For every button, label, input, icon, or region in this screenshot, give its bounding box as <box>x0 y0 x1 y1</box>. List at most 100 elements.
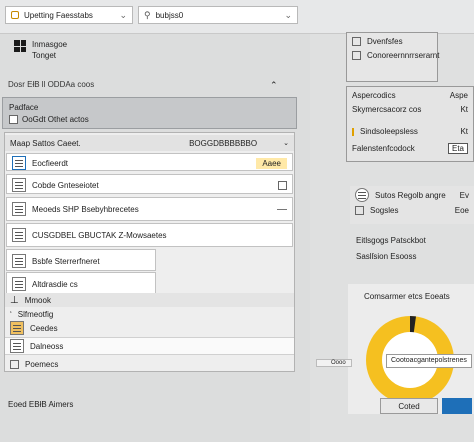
breadcrumb-dropdown-left[interactable]: Upetting Faesstabs ⌄ <box>5 6 133 24</box>
status-line: Eitlsgogs Patsckbot <box>356 236 426 245</box>
tree-item[interactable]: ⊥ Mmook <box>5 293 294 307</box>
windows-logo-icon <box>14 40 26 52</box>
tree-item[interactable]: Meoeds SHP Bsebyhbrecetes <box>6 197 293 221</box>
setting-badge: Aspe <box>449 91 468 100</box>
config-label: Sutos Regolb angre <box>375 190 446 200</box>
document-icon <box>12 277 26 291</box>
tree-item-label: Cobde Gnteseiotet <box>32 180 99 190</box>
tree-item[interactable]: Poemecs <box>5 357 294 371</box>
search-icon: ⚲ <box>144 9 151 20</box>
setting-label: Sindsoleepsless <box>360 127 418 136</box>
setting-row[interactable]: Aspercodics Aspe <box>347 91 473 100</box>
document-icon <box>12 156 26 170</box>
checkbox-icon[interactable] <box>352 51 361 60</box>
config-badge: Eoe <box>454 206 469 215</box>
status-bar-text: Eoed EBłB Aimers <box>8 400 74 409</box>
checkbox-icon[interactable] <box>9 115 18 124</box>
document-icon <box>12 228 26 242</box>
info-item-label: Dvenfsfes <box>367 37 403 46</box>
key-icon: ‘ <box>10 309 12 319</box>
tree-item-label: Poemecs <box>25 359 59 369</box>
setting-badge: Kt <box>460 127 468 136</box>
config-row[interactable]: Sutos Regolb angre Ev <box>350 188 474 202</box>
info-box: Dvenfsfes Conoreernnrrserarnt <box>346 32 439 82</box>
filter-label: OoGdt Othet actos <box>22 115 89 124</box>
tree-item[interactable]: Dalneoss <box>5 337 294 355</box>
setting-badge: Kt <box>460 105 468 114</box>
lock-icon <box>11 11 19 19</box>
tool-icon: ⊥ <box>10 294 19 306</box>
checkbox-icon[interactable] <box>352 37 361 46</box>
setting-label: Aspercodics <box>352 91 396 100</box>
panel-title: Padface <box>9 103 39 112</box>
tree-header-mid: BOGGDBBBBBBO <box>189 138 258 148</box>
section-caption: Dosr EłB ll ODDAa coos <box>8 80 95 89</box>
gear-icon <box>355 188 369 202</box>
config-group: Sutos Regolb angre Ev Sogsles Eoe <box>350 186 474 224</box>
search-input[interactable]: ⚲ bubjss0 ⌄ <box>138 6 298 24</box>
setting-row[interactable]: Sindsoleepsless Kt <box>347 127 473 136</box>
os-subtitle: Tonget <box>32 51 57 60</box>
document-icon <box>12 254 26 268</box>
panel-header: Padface OoGdt Othet actos <box>2 97 297 129</box>
settings-group: Aspercodics Aspe Skymercsacorz cos Kt Si… <box>346 86 474 162</box>
setting-label: Skymercsacorz cos <box>352 105 422 114</box>
status-line: Saslſsion Esooss <box>356 252 417 261</box>
tree-item-label: Eocfieerdt <box>32 158 69 168</box>
file-icon <box>278 180 287 190</box>
tree-item-label: Ceedes <box>30 323 58 333</box>
info-item[interactable]: Dvenfsfes <box>347 37 408 46</box>
breadcrumb-left-text: Upetting Faesstabs <box>24 10 93 20</box>
info-item-label: Conoreernnrrserarnt <box>367 51 440 60</box>
os-title: Inmasgoe <box>32 40 68 49</box>
setting-label: Falenstenfcodock <box>352 144 415 153</box>
tooltip-side: Oooo <box>316 359 352 367</box>
filter-checkbox-row[interactable]: OoGdt Othet actos <box>9 115 89 124</box>
config-row[interactable]: Sogsles Eoe <box>350 206 474 215</box>
tree-header-left: Maap Sattos Caeet. <box>10 138 81 148</box>
tree-item-label: CUSGDBEL GBUCTAK Z‑Mowsaetes <box>32 230 167 240</box>
tree-item-badge: Aaee <box>256 157 287 169</box>
tree-item[interactable]: Bsbfe Sterrerfneret <box>6 249 156 271</box>
folder-icon <box>10 321 24 335</box>
tree-item[interactable]: Cobde Gnteseiotet <box>6 174 293 194</box>
tree-item[interactable]: Ceedes <box>5 321 294 335</box>
chart-tooltip: Cootoacgantepolstrenes <box>386 354 472 368</box>
top-toolbar: Upetting Faesstabs ⌄ ⚲ bubjss0 ⌄ <box>0 0 474 34</box>
tree-item-selected[interactable]: Eocfieerdt Aaee <box>6 153 293 171</box>
cancel-button[interactable]: Coted <box>380 398 438 414</box>
gear-icon <box>355 206 364 215</box>
document-icon <box>10 339 24 353</box>
collapse-icon[interactable] <box>277 208 287 210</box>
table-icon <box>12 202 26 216</box>
config-label: Sogsles <box>370 206 399 215</box>
tree-view: Maap Sattos Caeet. BOGGDBBBBBBO ⌄ Eocfie… <box>4 132 295 372</box>
tree-item[interactable]: Altdrasdie cs <box>6 272 156 294</box>
tree-item[interactable]: ‘ Slfmeotfig <box>5 307 294 321</box>
tree-header: Maap Sattos Caeet. BOGGDBBBBBBO ⌄ <box>5 135 294 151</box>
chevron-up-icon[interactable]: ⌃ <box>270 80 278 91</box>
setting-row[interactable]: Falenstenfcodock Eta <box>347 143 473 154</box>
chart-title: Comsarmer etcs Eoeats <box>364 292 450 301</box>
setting-row[interactable]: Skymercsacorz cos Kt <box>347 105 473 114</box>
tree-item-label: Meoeds SHP Bsebyhbrecetes <box>32 204 139 214</box>
marker-icon <box>352 127 354 136</box>
tree-item-label: Dalneoss <box>30 341 64 351</box>
tree-item-label: Bsbfe Sterrerfneret <box>32 256 100 266</box>
search-text: bubjss0 <box>155 10 184 20</box>
config-badge: Ev <box>459 190 469 200</box>
os-header <box>14 40 26 52</box>
info-item[interactable]: Conoreernnrrserarnt <box>347 51 444 60</box>
tree-item-label: Altdrasdie cs <box>32 279 78 289</box>
file-icon <box>10 359 19 369</box>
chevron-down-icon[interactable]: ⌄ <box>283 139 289 147</box>
setting-badge[interactable]: Eta <box>447 143 468 154</box>
ok-button[interactable] <box>442 398 472 414</box>
tree-item-label: Slfmeotfig <box>17 309 54 319</box>
chart-panel: Comsarmer etcs Eoeats <box>348 284 474 414</box>
tree-item[interactable]: CUSGDBEL GBUCTAK Z‑Mowsaetes <box>6 223 293 247</box>
tree-item-label: Mmook <box>24 295 51 305</box>
chevron-down-icon: ⌄ <box>284 9 292 20</box>
document-icon <box>12 178 26 192</box>
chevron-down-icon: ⌄ <box>119 9 127 20</box>
